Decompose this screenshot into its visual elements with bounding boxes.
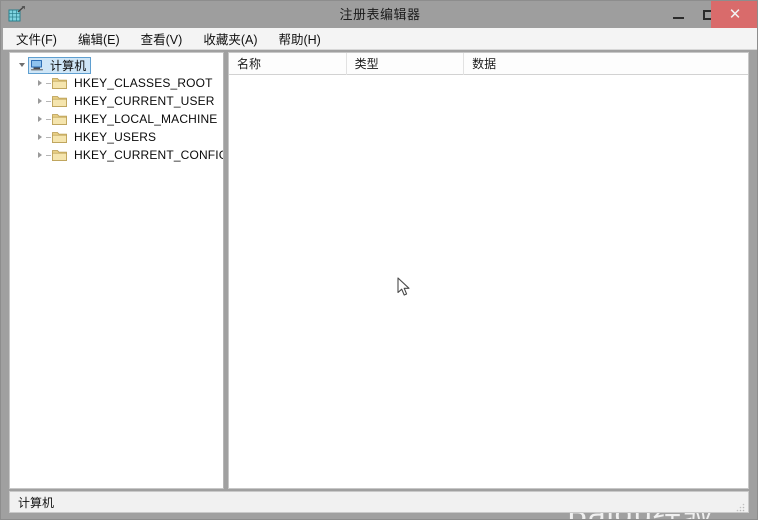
tree-item-hkey-current-config[interactable]: HKEY_CURRENT_CONFIG [10,146,223,164]
tree-item-label: HKEY_CURRENT_CONFIG [74,148,224,162]
folder-icon [51,93,69,109]
close-button[interactable]: ✕ [711,1,757,28]
tree-item-label: HKEY_CURRENT_USER [74,94,215,108]
tree-item-label: HKEY_USERS [74,130,157,144]
registry-editor-window: 注册表编辑器 ✕ 文件(F) 编辑(E) 查看(V) 收藏夹(A) 帮助(H) [0,0,758,520]
minimize-icon [673,16,684,19]
expand-collapse-icon[interactable] [34,74,46,92]
expand-collapse-icon[interactable] [34,146,46,164]
expand-collapse-icon[interactable] [34,110,46,128]
resize-grip-icon[interactable] [735,499,745,512]
tree-item-hkey-users[interactable]: HKEY_USERS [10,128,223,146]
registry-values-panel[interactable]: 名称 类型 数据 [228,52,749,489]
menu-item-view[interactable]: 查看(V) [140,27,184,50]
status-bar: 计算机 [9,491,749,513]
column-header-data[interactable]: 数据 [464,53,748,75]
tree-item-hkey-classes-root[interactable]: HKEY_CLASSES_ROOT [10,74,223,92]
folder-icon [51,147,69,163]
column-header-type[interactable]: 类型 [347,53,465,75]
expand-collapse-icon[interactable] [34,128,46,146]
tree-item-hkey-local-machine[interactable]: HKEY_LOCAL_MACHINE [10,110,223,128]
content-area: 计算机 HKEY_CLASSES_ROOT HKEY_CURRENT_USER … [1,50,757,519]
menu-item-file[interactable]: 文件(F) [15,27,58,50]
registry-editor-icon [7,5,26,24]
menu-item-edit[interactable]: 编辑(E) [77,27,121,50]
menu-item-help[interactable]: 帮助(H) [277,27,321,50]
status-bar-path: 计算机 [18,495,55,510]
tree-item-label: 计算机 [50,58,87,73]
list-body-empty[interactable] [229,75,748,488]
window-title: 注册表编辑器 [339,7,421,22]
title-bar[interactable]: 注册表编辑器 ✕ [1,1,757,28]
tree-item-label: HKEY_LOCAL_MACHINE [74,112,218,126]
registry-tree-panel[interactable]: 计算机 HKEY_CLASSES_ROOT HKEY_CURRENT_USER … [9,52,224,489]
tree-item-hkey-current-user[interactable]: HKEY_CURRENT_USER [10,92,223,110]
menu-bar: 文件(F) 编辑(E) 查看(V) 收藏夹(A) 帮助(H) [3,28,757,50]
folder-icon [51,75,69,91]
expand-collapse-icon[interactable] [34,92,46,110]
menu-item-favorites[interactable]: 收藏夹(A) [202,27,258,50]
close-icon: ✕ [728,6,742,23]
tree-item-label: HKEY_CLASSES_ROOT [74,76,213,90]
expand-collapse-icon[interactable] [16,56,28,74]
list-header-row: 名称 类型 数据 [229,53,748,75]
folder-icon [51,111,69,127]
computer-icon [29,57,47,73]
folder-icon [51,129,69,145]
minimize-button[interactable] [663,1,694,28]
tree-item-computer[interactable]: 计算机 [10,56,223,74]
column-header-name[interactable]: 名称 [229,53,347,75]
